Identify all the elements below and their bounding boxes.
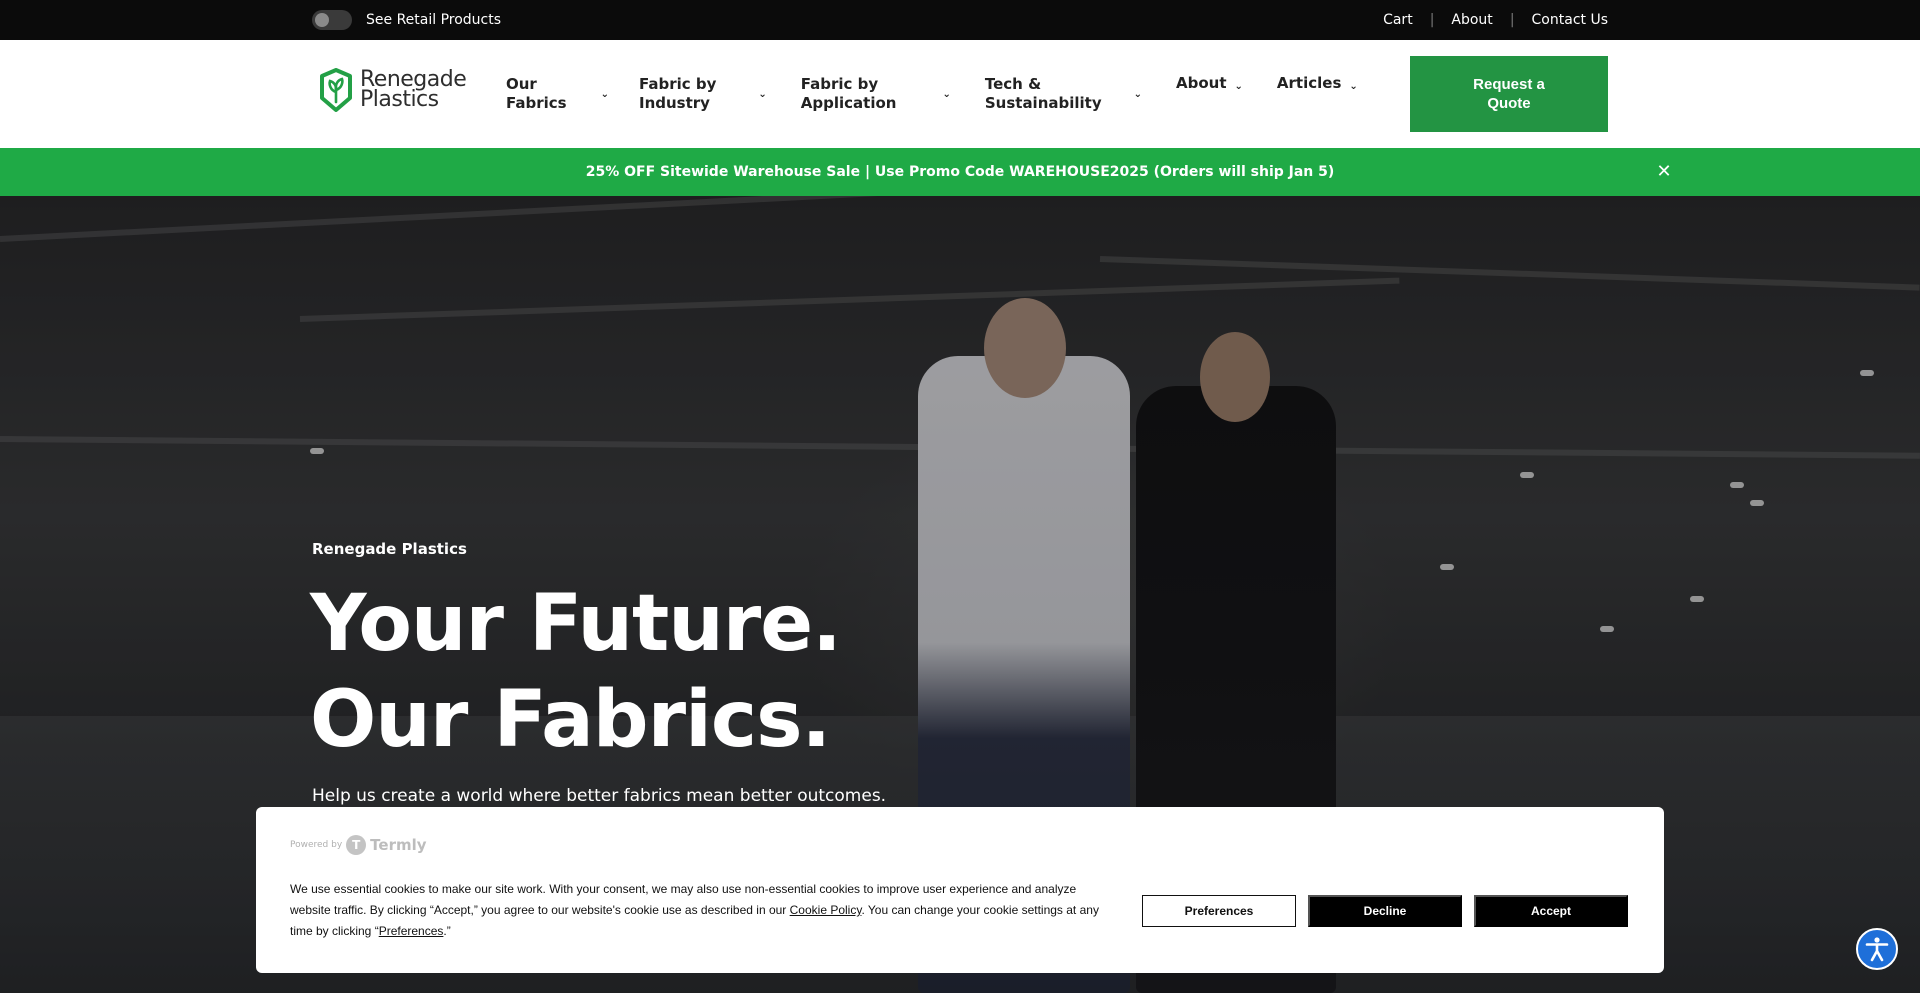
cookie-consent-banner: Powered by T Termly We use essential coo… bbox=[256, 807, 1664, 973]
accessibility-icon bbox=[1865, 937, 1889, 962]
chevron-down-icon: ⌄ bbox=[1234, 81, 1243, 92]
nav-fabric-by-industry[interactable]: Fabric by Industry ⌄ bbox=[639, 75, 767, 113]
nav-label: Tech & Sustainability bbox=[984, 75, 1102, 112]
logo[interactable]: Renegade Plastics bbox=[316, 68, 467, 112]
chevron-down-icon: ⌄ bbox=[1349, 81, 1358, 92]
logo-line-2: Plastics bbox=[360, 87, 439, 112]
nav-label: Fabric by Application bbox=[800, 75, 897, 112]
about-link[interactable]: About bbox=[1451, 12, 1492, 28]
nav-our-fabrics[interactable]: Our Fabrics ⌄ bbox=[506, 75, 609, 113]
nav-tech-sustainability[interactable]: Tech & Sustainability ⌄ bbox=[985, 75, 1142, 113]
logo-wordmark: Renegade Plastics bbox=[360, 69, 467, 112]
nav-label: Fabric by Industry bbox=[638, 75, 717, 112]
request-quote-button[interactable]: Request a Quote bbox=[1410, 56, 1608, 132]
nav-about[interactable]: About ⌄ bbox=[1176, 74, 1243, 96]
chevron-down-icon: ⌄ bbox=[942, 89, 951, 100]
cart-link[interactable]: Cart bbox=[1383, 12, 1413, 28]
chevron-down-icon: ⌄ bbox=[600, 89, 609, 100]
termly-logo-icon: T bbox=[346, 835, 367, 855]
toggle-knob bbox=[315, 13, 329, 27]
powered-by-label: Powered by bbox=[290, 840, 343, 850]
cookie-description: We use essential cookies to make our sit… bbox=[290, 879, 1120, 942]
divider: | bbox=[1429, 12, 1435, 28]
nav-articles[interactable]: Articles ⌄ bbox=[1277, 74, 1358, 96]
contact-us-link[interactable]: Contact Us bbox=[1532, 12, 1608, 28]
nav-fabric-by-application[interactable]: Fabric by Application ⌄ bbox=[801, 75, 951, 113]
hero-subhead: Help us create a world where better fabr… bbox=[312, 786, 887, 806]
nav-label: Our Fabrics bbox=[506, 75, 567, 112]
close-icon[interactable]: ✕ bbox=[1654, 162, 1674, 182]
chevron-down-icon: ⌄ bbox=[1133, 89, 1143, 100]
primary-nav: Our Fabrics ⌄ Fabric by Industry ⌄ Fabri… bbox=[506, 40, 1358, 148]
retail-products-toggle[interactable] bbox=[312, 10, 352, 30]
accept-button[interactable]: Accept bbox=[1474, 895, 1628, 927]
request-quote-label: Request a Quote bbox=[1473, 76, 1545, 112]
powered-by-termly: Powered by T Termly bbox=[290, 835, 427, 855]
chevron-down-icon: ⌄ bbox=[758, 89, 767, 100]
nav-label: About bbox=[1176, 74, 1227, 92]
decline-button[interactable]: Decline bbox=[1308, 895, 1462, 927]
preferences-link[interactable]: Preferences bbox=[379, 924, 444, 938]
retail-products-label[interactable]: See Retail Products bbox=[366, 12, 501, 28]
logo-leaf-icon bbox=[320, 68, 352, 112]
accessibility-button[interactable] bbox=[1856, 928, 1898, 970]
divider: | bbox=[1509, 12, 1515, 28]
hero-eyebrow: Renegade Plastics bbox=[312, 540, 467, 558]
cookie-policy-link[interactable]: Cookie Policy bbox=[790, 903, 862, 917]
promo-text: 25% OFF Sitewide Warehouse Sale | Use Pr… bbox=[585, 164, 1335, 180]
utility-links: Cart | About | Contact Us bbox=[1383, 0, 1608, 40]
preferences-button[interactable]: Preferences bbox=[1142, 895, 1296, 927]
nav-label: Articles bbox=[1276, 74, 1342, 92]
main-header: Renegade Plastics Our Fabrics ⌄ Fabric b… bbox=[0, 40, 1920, 148]
headline-line-1: Your Future. bbox=[310, 579, 842, 669]
hero-headline: Your Future. Our Fabrics. bbox=[310, 576, 842, 768]
termly-wordmark: Termly bbox=[370, 836, 427, 854]
headline-line-2: Our Fabrics. bbox=[310, 675, 831, 765]
top-utility-bar: See Retail Products Cart | About | Conta… bbox=[0, 0, 1920, 40]
retail-toggle-group[interactable]: See Retail Products bbox=[312, 0, 501, 40]
promo-banner: 25% OFF Sitewide Warehouse Sale | Use Pr… bbox=[0, 148, 1920, 196]
cookie-text-part: .” bbox=[443, 924, 451, 938]
